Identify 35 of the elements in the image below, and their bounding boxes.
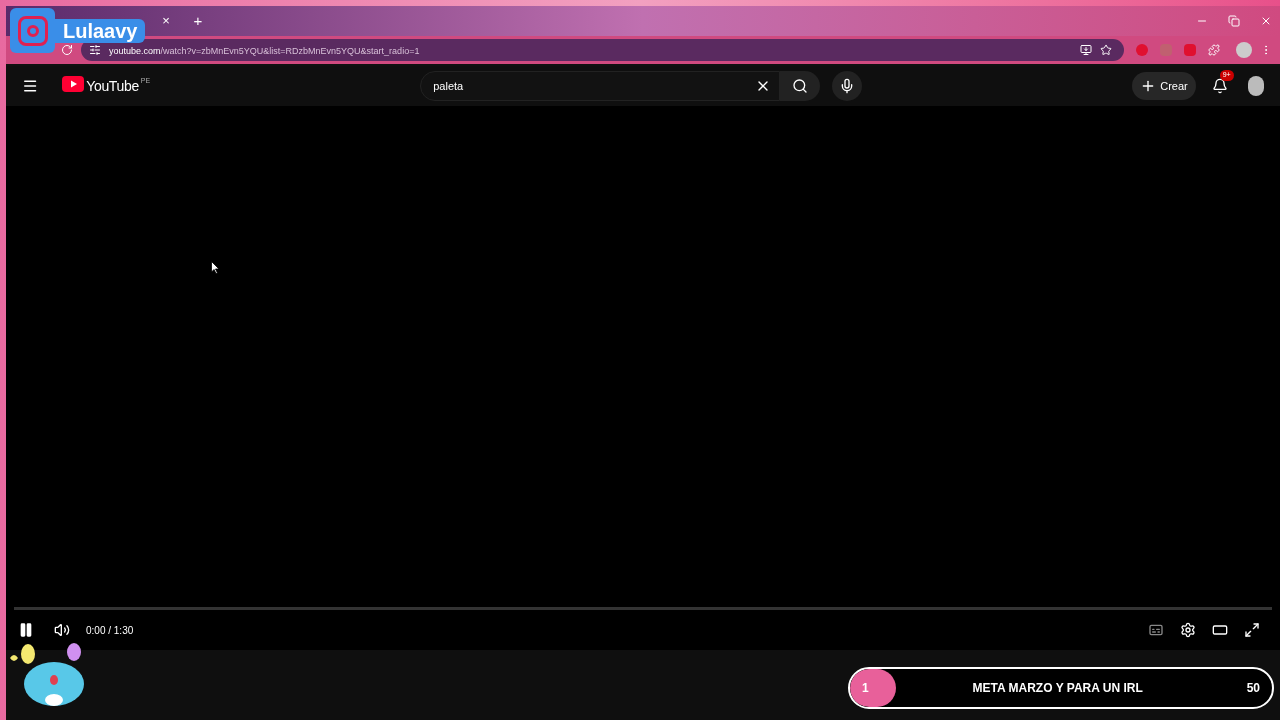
- voice-search-button[interactable]: [832, 71, 863, 101]
- time-display: 0:00 / 1:30: [86, 623, 134, 638]
- site-info-icon[interactable]: [89, 44, 101, 56]
- youtube-logo-text[interactable]: YouTube: [86, 75, 139, 97]
- tab-close-button[interactable]: ×: [156, 11, 176, 31]
- settings-icon[interactable]: [1180, 622, 1196, 638]
- social-handle: Lulaavy: [55, 18, 146, 43]
- create-button[interactable]: Crear: [1132, 72, 1196, 100]
- mouse-cursor-icon: [211, 261, 220, 274]
- instagram-icon: [10, 8, 55, 53]
- youtube-logo-icon[interactable]: [62, 75, 85, 92]
- goal-target: 50: [1246, 680, 1260, 697]
- progress-track[interactable]: [14, 607, 1272, 610]
- search-button[interactable]: [780, 71, 821, 101]
- new-tab-button[interactable]: +: [188, 11, 208, 31]
- fullscreen-icon[interactable]: [1244, 622, 1260, 638]
- restore-icon[interactable]: [1228, 15, 1240, 27]
- video-player[interactable]: 0:00 / 1:30: [6, 106, 1280, 650]
- notifications-icon[interactable]: [1211, 78, 1228, 94]
- profile-avatar[interactable]: [1236, 42, 1252, 58]
- theater-mode-icon[interactable]: [1212, 622, 1228, 638]
- captions-icon[interactable]: [1148, 622, 1164, 638]
- url-text: youtube.com/watch?v=zbMnEvn5YQU&list=RDzbMnEvn5YQU&start_radio=1: [109, 45, 420, 59]
- volume-icon[interactable]: [54, 622, 70, 638]
- search-field[interactable]: paleta: [420, 71, 781, 101]
- pause-icon[interactable]: [18, 622, 34, 638]
- goal-count: 1: [862, 680, 869, 697]
- bookmark-star-icon[interactable]: [1100, 44, 1112, 56]
- goal-title: META MARZO Y PARA UN IRL: [971, 680, 1144, 697]
- extensions-icon[interactable]: [1208, 44, 1220, 56]
- install-app-icon[interactable]: [1080, 44, 1092, 56]
- search-icon: [792, 78, 809, 94]
- reload-icon[interactable]: [61, 44, 73, 56]
- account-avatar[interactable]: [1247, 76, 1264, 96]
- close-icon[interactable]: [1260, 15, 1272, 27]
